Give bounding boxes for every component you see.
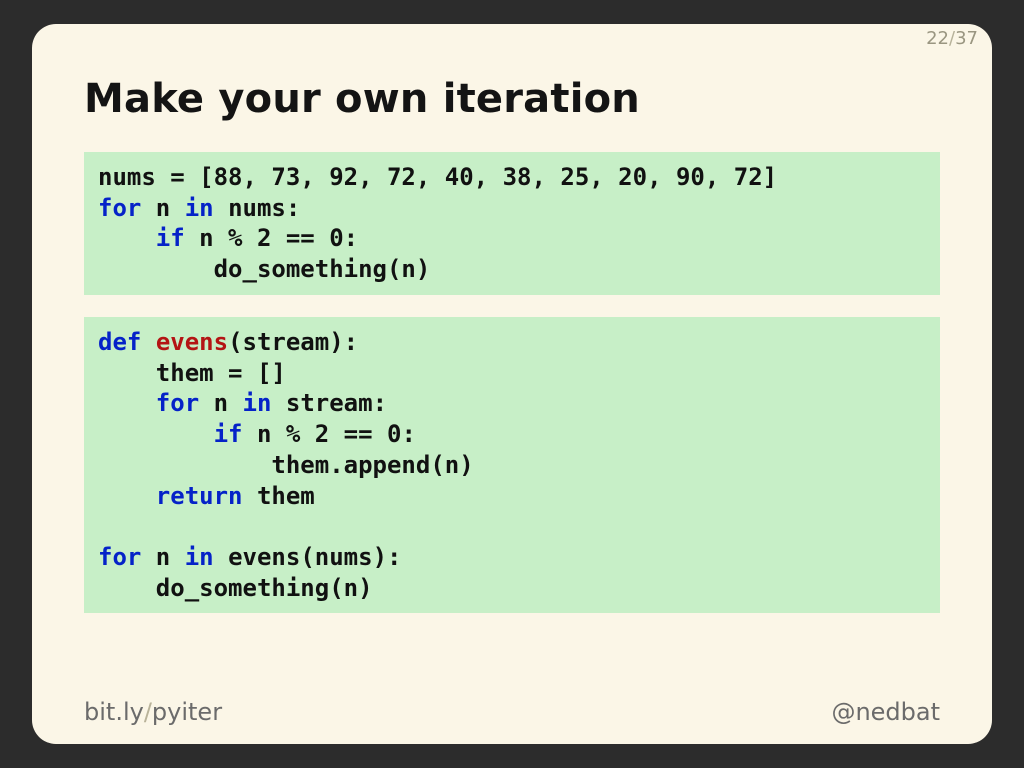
kw-if: if	[214, 420, 243, 448]
kw-for: for	[98, 543, 141, 571]
kw-for: for	[98, 194, 141, 222]
code2-l9: do_something(n)	[98, 574, 373, 602]
stage: 22/37 Make your own iteration nums = [88…	[0, 0, 1024, 768]
kw-for: for	[156, 389, 199, 417]
code-block-2: def evens(stream): them = [] for n in st…	[84, 317, 940, 613]
footer-handle[interactable]: @nedbat	[831, 698, 940, 726]
footer: bit.ly/pyiter @nedbat	[84, 698, 940, 726]
kw-if: if	[156, 224, 185, 252]
kw-in: in	[185, 194, 214, 222]
slide-title: Make your own iteration	[84, 76, 640, 122]
code-block-1: nums = [88, 73, 92, 72, 40, 38, 25, 20, …	[84, 152, 940, 295]
code2-l5: them.append(n)	[98, 451, 474, 479]
code2-l2: them = []	[98, 359, 286, 387]
kw-def: def	[98, 328, 141, 356]
slide-counter: 22/37	[926, 28, 978, 49]
kw-in: in	[243, 389, 272, 417]
code1-l1: nums = [88, 73, 92, 72, 40, 38, 25, 20, …	[98, 163, 777, 191]
kw-in: in	[185, 543, 214, 571]
fn-evens: evens	[156, 328, 228, 356]
code1-l4: do_something(n)	[98, 255, 430, 283]
footer-link[interactable]: bit.ly/pyiter	[84, 698, 222, 726]
slide-total: 37	[955, 28, 978, 49]
kw-return: return	[156, 482, 243, 510]
slide: 22/37 Make your own iteration nums = [88…	[32, 24, 992, 744]
slide-current: 22	[926, 28, 949, 49]
